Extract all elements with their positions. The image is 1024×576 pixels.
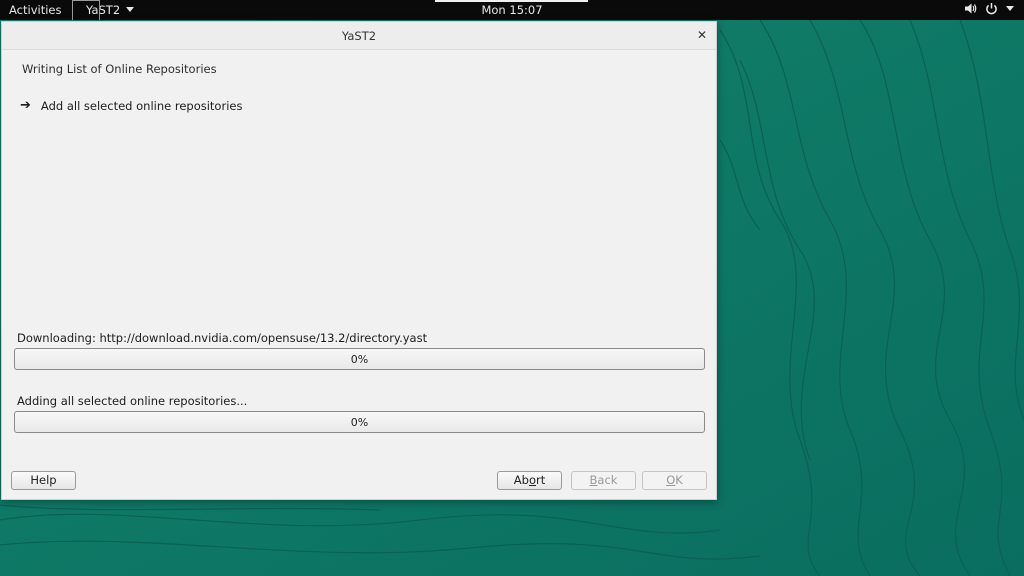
abort-button[interactable]: Abort: [497, 471, 562, 490]
top-panel: Activities YaST2 Mon 15:07: [0, 0, 1024, 20]
yast2-window: YaST2 ✕ Writing List of Online Repositor…: [1, 21, 717, 500]
ok-label-end: K: [675, 473, 683, 487]
dialog-heading: Writing List of Online Repositories: [22, 62, 217, 76]
ok-button[interactable]: OK: [642, 471, 707, 490]
back-button[interactable]: Back: [571, 471, 636, 490]
clock-highlight-bar: [435, 0, 588, 2]
abort-mnemonic: o: [528, 473, 536, 487]
overall-status-label: Adding all selected online repositories.…: [17, 394, 248, 408]
help-button[interactable]: Help: [11, 471, 76, 490]
ok-mnemonic: O: [666, 473, 676, 487]
speaker-icon[interactable]: [964, 2, 977, 15]
chevron-down-icon[interactable]: [1006, 5, 1014, 12]
system-tray[interactable]: [964, 2, 1014, 15]
download-progress-bar: 0%: [14, 348, 705, 370]
step-label: Add all selected online repositories: [40, 98, 243, 113]
step-item: ➔ Add all selected online repositories: [20, 98, 242, 113]
download-status-label: Downloading: http://download.nvidia.com/…: [17, 331, 428, 345]
power-icon[interactable]: [985, 2, 998, 15]
close-icon[interactable]: ✕: [697, 28, 707, 42]
abort-label-end: rt: [535, 473, 546, 487]
download-progress-text: 0%: [350, 353, 369, 366]
arrow-right-icon: ➔: [20, 98, 31, 113]
window-title: YaST2: [341, 29, 377, 43]
window-titlebar[interactable]: YaST2 ✕: [2, 22, 716, 50]
back-label-end: ack: [597, 473, 618, 487]
clock[interactable]: Mon 15:07: [0, 3, 1024, 17]
overall-progress-bar: 0%: [14, 411, 705, 433]
abort-label-start: Ab: [513, 473, 529, 487]
overall-progress-text: 0%: [350, 416, 369, 429]
